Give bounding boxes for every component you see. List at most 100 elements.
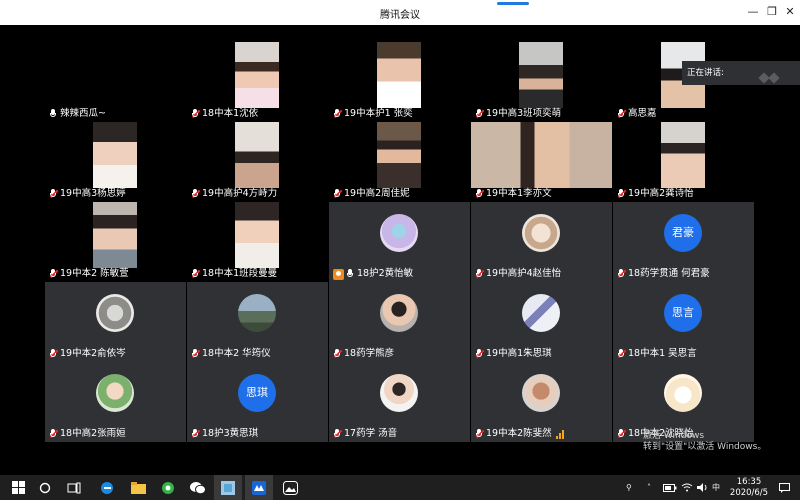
video-feed: [661, 122, 705, 188]
close-button[interactable]: ✕: [782, 5, 798, 19]
avatar: 思琪: [238, 374, 276, 412]
participant-tile[interactable]: 19中高2龚诗怡: [613, 122, 754, 202]
microphone-muted-icon: [475, 349, 485, 359]
microphone-muted-icon: [333, 429, 343, 439]
drag-handle[interactable]: [497, 2, 529, 5]
participant-tile[interactable]: 19中本2陈斐然: [471, 362, 612, 442]
microphone-muted-icon: [49, 269, 59, 279]
participant-name: 辣辣西瓜~: [60, 108, 106, 119]
participant-tile[interactable]: 19中高3班项奕萌: [471, 42, 612, 122]
microphone-muted-icon: [49, 189, 59, 199]
app-window-icon[interactable]: [214, 475, 242, 500]
clock-date: 2020/6/5: [729, 487, 769, 498]
participant-tile[interactable]: 19中高护4赵佳怡: [471, 202, 612, 282]
participant-tile[interactable]: 19中本护1 张奕: [329, 42, 470, 122]
video-feed: [519, 42, 563, 108]
participant-tile[interactable]: 19中本1李亦文: [471, 122, 612, 202]
participant-name: 19中高3班项奕萌: [486, 108, 562, 119]
video-feed: [377, 122, 421, 188]
participant-name: 17药学 汤音: [344, 428, 398, 439]
microphone-muted-icon: [191, 109, 201, 119]
video-feed: [93, 122, 137, 188]
minimize-button[interactable]: —: [745, 5, 761, 19]
participant-tile[interactable]: 19中高3杨思婷: [45, 122, 186, 202]
participant-name: 18中本1 吴思言: [628, 348, 697, 359]
video-feed: [471, 122, 612, 188]
avatar: [96, 294, 134, 332]
participant-tile[interactable]: 19中高护4方峙力: [187, 122, 328, 202]
participant-tile[interactable]: 18中本1沈依: [187, 42, 328, 122]
microphone-muted-icon: [191, 349, 201, 359]
video-feed: [93, 202, 137, 268]
system-clock[interactable]: 16:35 2020/6/5: [724, 477, 774, 498]
participant-tile[interactable]: 19中本2 陈敏萱: [45, 202, 186, 282]
speaking-level-icon: [555, 429, 565, 439]
photos-app-icon[interactable]: [276, 475, 304, 500]
participant-name: 19中本2陈斐然: [486, 428, 552, 439]
participant-name: 19中高护4赵佳怡: [486, 268, 562, 279]
participant-tile[interactable]: 19中本2俞依岑: [45, 282, 186, 362]
avatar: 思言: [664, 294, 702, 332]
file-explorer-icon[interactable]: [124, 475, 152, 500]
video-feed: [377, 42, 421, 108]
notification-icon[interactable]: [779, 475, 790, 500]
participant-tile[interactable]: 19中高2周佳妮: [329, 122, 470, 202]
avatar: [238, 294, 276, 332]
avatar: [380, 294, 418, 332]
participant-tile[interactable]: 君豪 18药学贯通 何君豪: [613, 202, 754, 282]
participant-tile[interactable]: 18中本2 华筠仪: [187, 282, 328, 362]
ime-indicator[interactable]: 中: [712, 475, 720, 500]
participant-name: 19中高1朱思琪: [486, 348, 552, 359]
participant-tile[interactable]: 18护2黄怡敏: [329, 202, 470, 282]
participant-name: 18药学贯通 何君豪: [628, 268, 710, 279]
microphone-muted-icon: [333, 109, 343, 119]
microphone-muted-icon: [49, 429, 59, 439]
participant-tile[interactable]: 思言 18中本1 吴思言: [613, 282, 754, 362]
chevron-up-icon[interactable]: ˄: [647, 475, 651, 500]
browser-green-icon[interactable]: [154, 475, 182, 500]
participant-tile[interactable]: 17药学 汤音: [329, 362, 470, 442]
participant-name: 18药学熊彦: [344, 348, 395, 359]
host-icon: [333, 268, 344, 280]
taskbar: ⚲ ˄ 中 16:35 2020/6/5: [0, 475, 800, 500]
microphone-muted-icon: [617, 429, 627, 439]
participant-tile[interactable]: 辣辣西瓜~: [45, 42, 186, 122]
avatar: [522, 374, 560, 412]
wifi-icon[interactable]: [681, 475, 693, 500]
title-bar: 腾讯会议 — ❐ ✕: [0, 0, 800, 25]
battery-icon[interactable]: [663, 475, 677, 500]
participant-tile[interactable]: 19中高1朱思琪: [471, 282, 612, 362]
task-view-icon[interactable]: [60, 475, 88, 500]
avatar: [380, 214, 418, 252]
restore-button[interactable]: ❐: [764, 5, 780, 19]
microphone-muted-icon: [475, 269, 485, 279]
participant-name: 18中本1班段曼曼: [202, 268, 278, 279]
microphone-muted-icon: [333, 349, 343, 359]
microphone-muted-icon: [191, 429, 201, 439]
wechat-icon[interactable]: [184, 475, 212, 500]
search-icon[interactable]: [31, 475, 59, 500]
participant-name: 19中高3杨思婷: [60, 188, 126, 199]
tencent-meeting-icon[interactable]: [245, 475, 273, 500]
participant-name: 高思嘉: [628, 108, 657, 119]
video-feed: [235, 42, 279, 108]
person-icon[interactable]: ⚲: [626, 475, 632, 500]
edge-browser-icon[interactable]: [93, 475, 121, 500]
participant-name: 19中本2俞依岑: [60, 348, 126, 359]
video-feed: [235, 202, 279, 268]
volume-icon[interactable]: [697, 475, 708, 500]
participant-name: 19中高护4方峙力: [202, 188, 278, 199]
avatar: [522, 294, 560, 332]
microphone-muted-icon: [49, 349, 59, 359]
participant-tile[interactable]: 思琪 18护3黄思琪: [187, 362, 328, 442]
avatar: 君豪: [664, 214, 702, 252]
windows-start-icon[interactable]: [4, 475, 32, 500]
clock-time: 16:35: [736, 477, 762, 487]
video-grid: 辣辣西瓜~ 18中本1沈依 19中本护1 张奕 19中高3班项奕萌 高思嘉 19…: [0, 25, 800, 475]
participant-name: 19中高2龚诗怡: [628, 188, 694, 199]
participant-tile[interactable]: 18中高2张雨姮: [45, 362, 186, 442]
participant-tile[interactable]: 18药学熊彦: [329, 282, 470, 362]
participant-tile[interactable]: 18中本2沈晓怡: [613, 362, 754, 442]
avatar: [380, 374, 418, 412]
participant-tile[interactable]: 18中本1班段曼曼: [187, 202, 328, 282]
